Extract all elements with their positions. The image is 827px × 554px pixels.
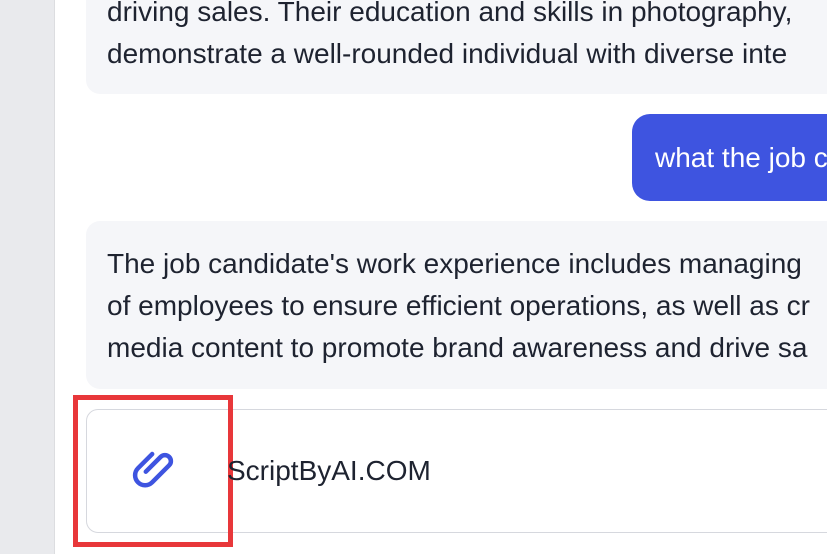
assistant-message: The job candidate's work experience incl… — [86, 221, 827, 389]
message-line: The job candidate's work experience incl… — [107, 248, 802, 279]
message-line: media content to promote brand awareness… — [107, 332, 808, 363]
message-line: demonstrate a well-rounded individual wi… — [107, 38, 788, 69]
message-line: driving sales. Their education and skill… — [107, 0, 793, 27]
user-message: what the job c — [632, 114, 827, 201]
annotation-highlight-box — [73, 395, 233, 547]
assistant-message: driving sales. Their education and skill… — [86, 0, 827, 94]
message-line: of employees to ensure efficient operati… — [107, 290, 810, 321]
composer-input-text[interactable]: ScriptByAI.COM — [227, 448, 431, 494]
left-sidebar-rail — [0, 0, 55, 554]
